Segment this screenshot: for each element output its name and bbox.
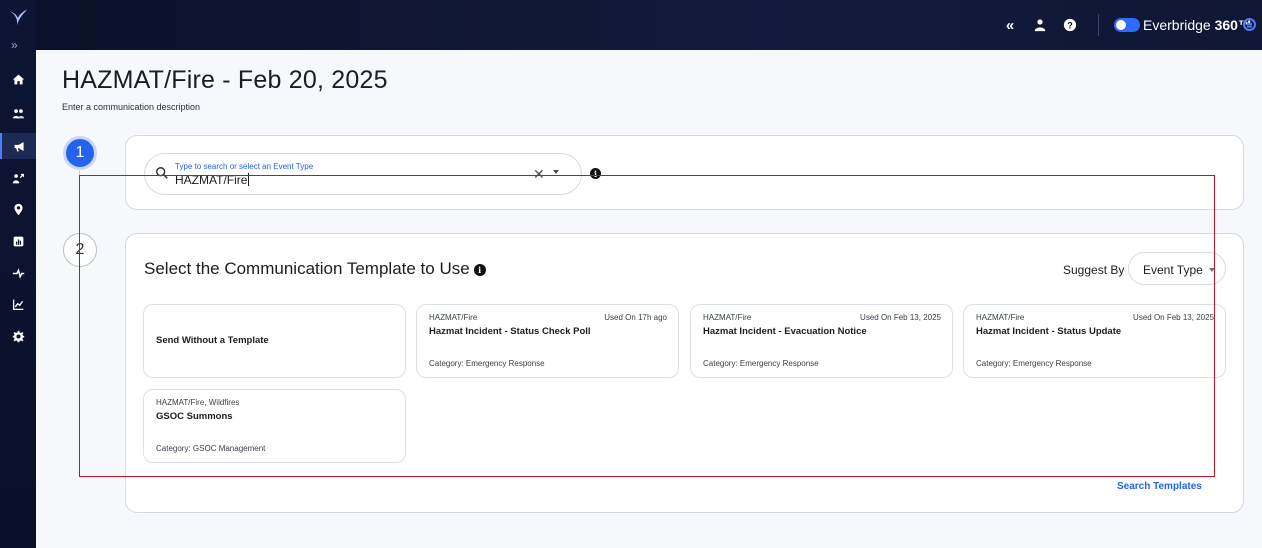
location-pin-icon[interactable] bbox=[0, 196, 36, 222]
step-1-indicator: 1 bbox=[63, 136, 97, 170]
incidents-icon[interactable] bbox=[0, 165, 36, 191]
svg-text:?: ? bbox=[1067, 21, 1072, 31]
expand-rail-icon[interactable]: » bbox=[11, 38, 18, 52]
page-title[interactable]: HAZMAT/Fire - Feb 20, 2025 bbox=[62, 66, 388, 95]
highlight-outline bbox=[79, 175, 1215, 477]
brand-name: Everbridge 360™ bbox=[1143, 17, 1252, 33]
home-icon[interactable] bbox=[0, 66, 36, 92]
app-window: » « ? Everbridge 360™ HAZMAT/Fire - Feb … bbox=[0, 0, 1262, 548]
analytics-icon[interactable] bbox=[0, 291, 36, 317]
event-type-placeholder: Type to search or select an Event Type bbox=[175, 162, 314, 171]
top-bar: « ? Everbridge 360™ bbox=[36, 0, 1262, 50]
topbar-divider bbox=[1098, 14, 1099, 36]
integrations-icon[interactable] bbox=[0, 260, 36, 286]
menu-circle-icon[interactable] bbox=[1243, 18, 1256, 31]
everbridge-logo-icon[interactable] bbox=[7, 6, 29, 28]
search-templates-link[interactable]: Search Templates bbox=[1117, 481, 1202, 492]
chevron-down-icon[interactable] bbox=[553, 170, 559, 174]
megaphone-icon[interactable] bbox=[0, 133, 36, 159]
help-icon[interactable]: ? bbox=[1062, 17, 1078, 33]
contacts-icon[interactable] bbox=[0, 100, 36, 126]
left-nav-rail: » bbox=[0, 0, 36, 548]
settings-gear-icon[interactable] bbox=[0, 323, 36, 349]
user-profile-icon[interactable] bbox=[1032, 17, 1048, 33]
collapse-panel-icon[interactable]: « bbox=[1002, 17, 1018, 34]
communication-description[interactable]: Enter a communication description bbox=[62, 102, 200, 112]
everbridge-360-toggle[interactable] bbox=[1114, 18, 1140, 32]
reports-icon[interactable] bbox=[0, 228, 36, 254]
